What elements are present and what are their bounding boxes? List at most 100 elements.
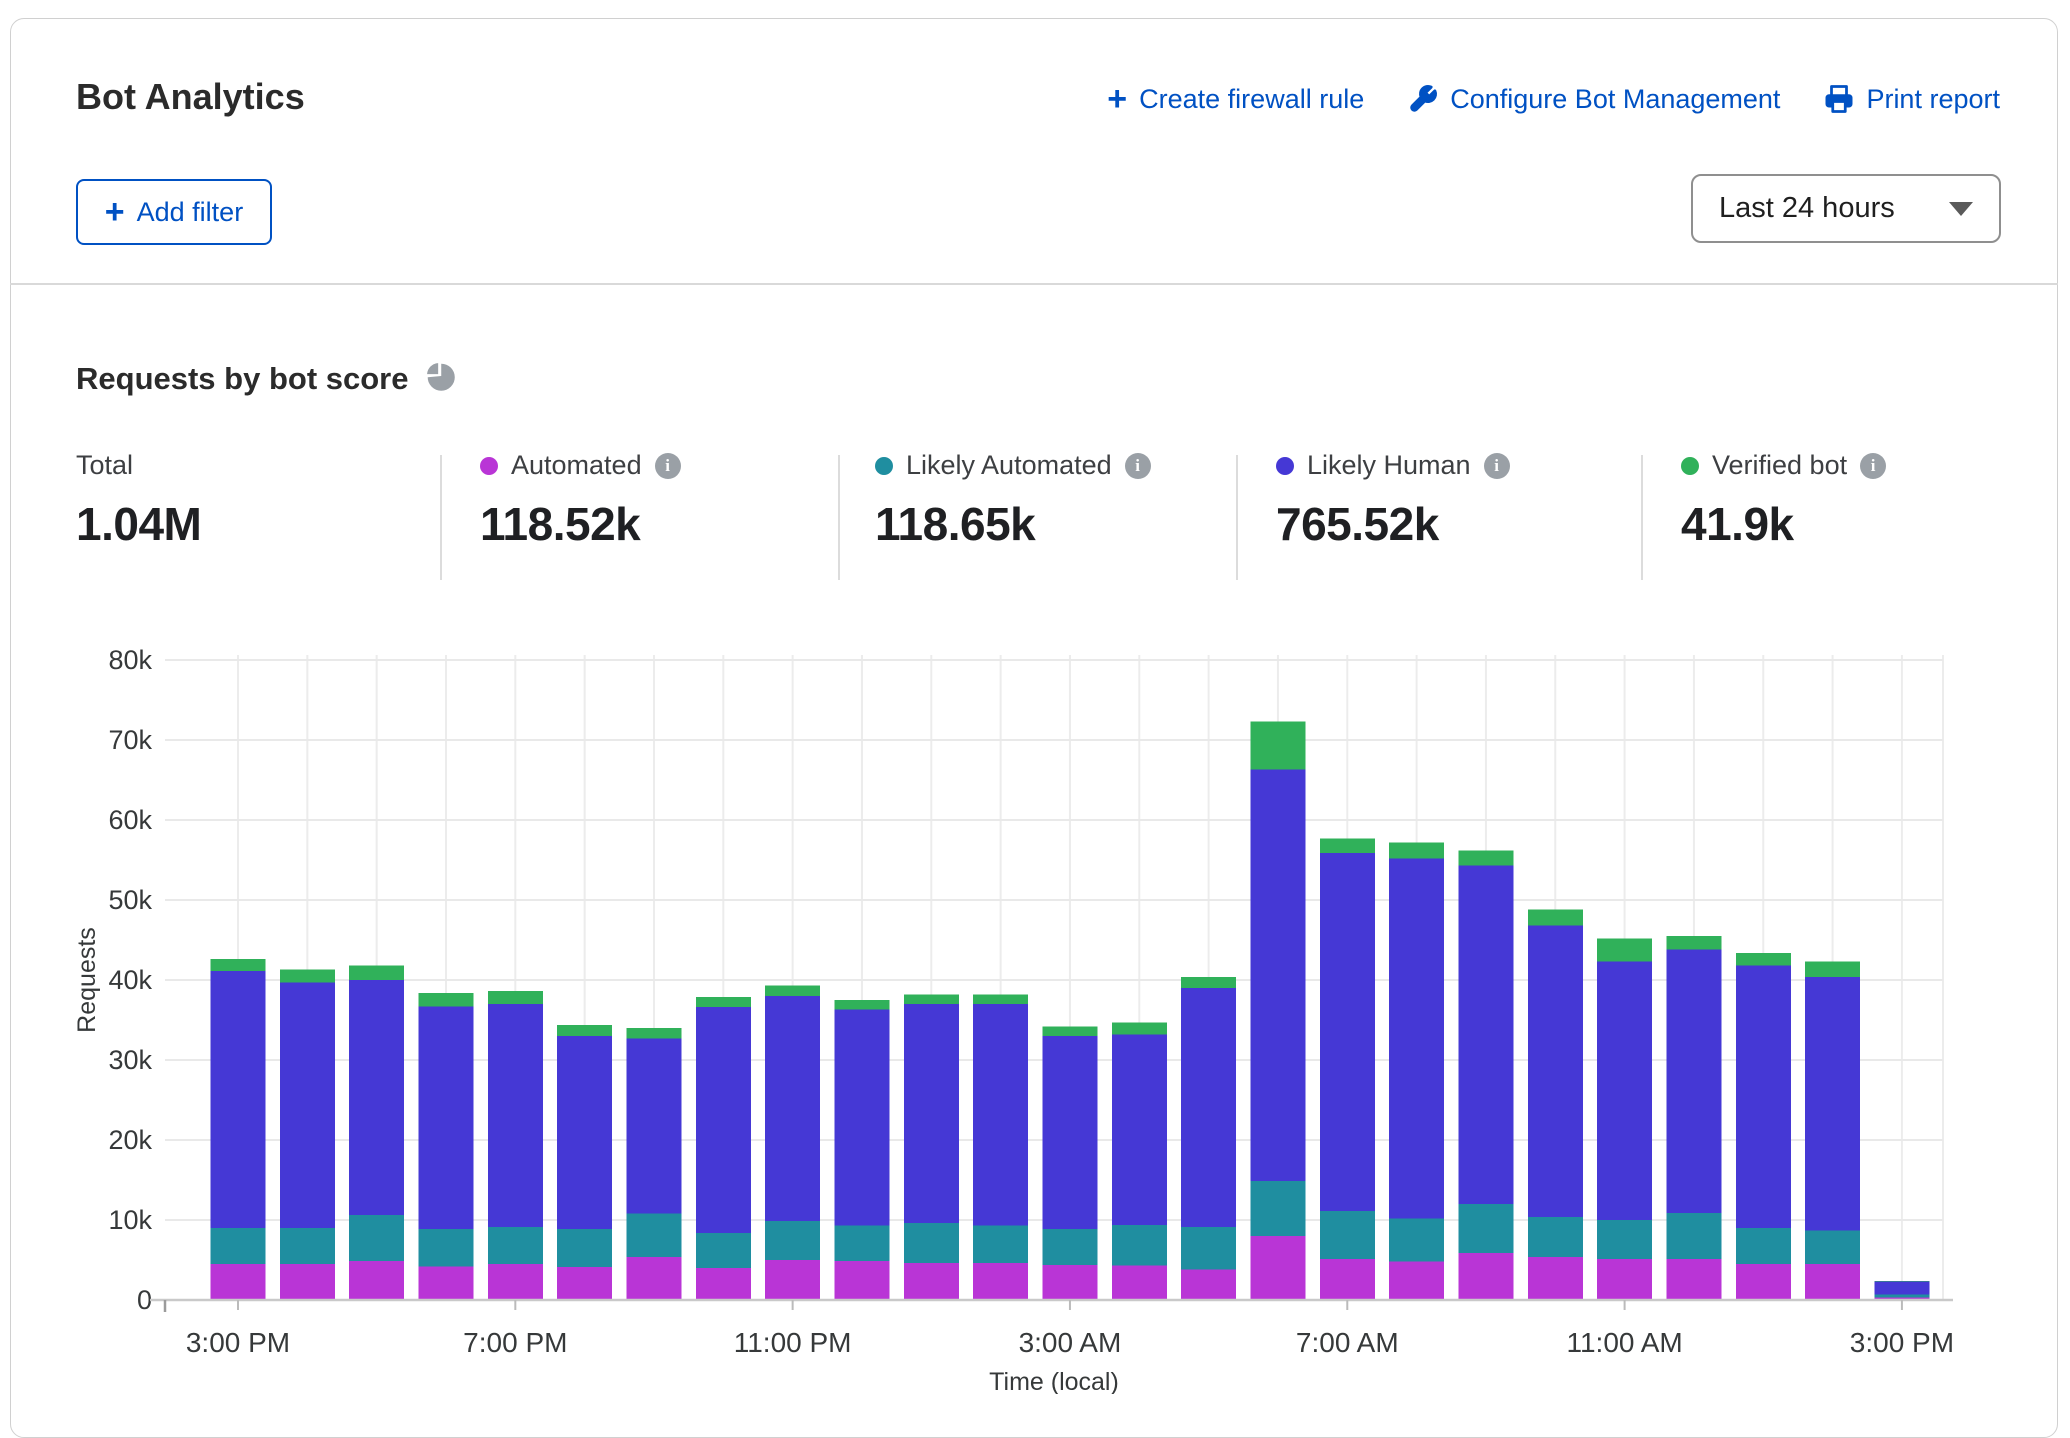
bar-segment[interactable] <box>1874 1294 1929 1297</box>
bar-segment[interactable] <box>211 1264 266 1300</box>
bar-segment[interactable] <box>1320 1259 1375 1300</box>
bar-segment[interactable] <box>1112 1022 1167 1034</box>
bar-segment[interactable] <box>1181 1227 1236 1269</box>
bar-segment[interactable] <box>1597 938 1652 961</box>
bar-segment[interactable] <box>973 1226 1028 1264</box>
bar-segment[interactable] <box>1805 962 1860 977</box>
bar-segment[interactable] <box>1042 1265 1097 1300</box>
bar-segment[interactable] <box>1528 926 1583 1217</box>
bar-segment[interactable] <box>211 1228 266 1264</box>
bar-segment[interactable] <box>1458 866 1513 1204</box>
bar-segment[interactable] <box>1250 722 1305 770</box>
bar-segment[interactable] <box>696 997 751 1007</box>
bar-segment[interactable] <box>1666 936 1721 950</box>
bar-segment[interactable] <box>1389 1262 1444 1300</box>
bar-segment[interactable] <box>904 1263 959 1300</box>
bar-segment[interactable] <box>280 982 335 1228</box>
bar-segment[interactable] <box>349 966 404 980</box>
bar-segment[interactable] <box>349 1215 404 1261</box>
bar-segment[interactable] <box>280 1264 335 1300</box>
bar-segment[interactable] <box>1874 1281 1929 1282</box>
bar-segment[interactable] <box>488 1227 543 1264</box>
bar-segment[interactable] <box>1528 910 1583 926</box>
bar-segment[interactable] <box>418 1229 473 1267</box>
bar-segment[interactable] <box>1736 1264 1791 1300</box>
bar-segment[interactable] <box>1181 988 1236 1227</box>
bar-segment[interactable] <box>834 1010 889 1226</box>
requests-by-bot-score-chart[interactable]: 010k20k30k40k50k60k70k80k3:00 PM7:00 PM1… <box>0 0 2070 1394</box>
bar-segment[interactable] <box>1458 850 1513 865</box>
bar-segment[interactable] <box>1458 1253 1513 1300</box>
bar-segment[interactable] <box>1666 1259 1721 1300</box>
bar-segment[interactable] <box>1736 1228 1791 1264</box>
bar-segment[interactable] <box>626 1038 681 1213</box>
bar-segment[interactable] <box>557 1267 612 1300</box>
bar-segment[interactable] <box>1458 1204 1513 1253</box>
bar-segment[interactable] <box>1320 853 1375 1211</box>
bar-segment[interactable] <box>1736 966 1791 1228</box>
bar-segment[interactable] <box>696 1233 751 1268</box>
bar-segment[interactable] <box>211 971 266 1228</box>
bar-segment[interactable] <box>1597 1220 1652 1259</box>
bar-segment[interactable] <box>626 1257 681 1300</box>
bar-segment[interactable] <box>1666 1213 1721 1259</box>
bar-segment[interactable] <box>488 1004 543 1227</box>
bar-segment[interactable] <box>488 991 543 1004</box>
bar-segment[interactable] <box>1250 1236 1305 1300</box>
bar-segment[interactable] <box>1042 1036 1097 1229</box>
bar-segment[interactable] <box>765 1260 820 1300</box>
bar-segment[interactable] <box>1389 1218 1444 1261</box>
bar-segment[interactable] <box>1874 1282 1929 1295</box>
bar-segment[interactable] <box>696 1268 751 1300</box>
bar-segment[interactable] <box>973 994 1028 1004</box>
bar-segment[interactable] <box>1250 1181 1305 1236</box>
bar-segment[interactable] <box>1181 977 1236 988</box>
bar-segment[interactable] <box>1181 1270 1236 1300</box>
bar-segment[interactable] <box>1597 1259 1652 1300</box>
bar-segment[interactable] <box>1389 842 1444 858</box>
bar-segment[interactable] <box>765 986 820 996</box>
bar-segment[interactable] <box>1042 1026 1097 1036</box>
bar-segment[interactable] <box>1597 962 1652 1220</box>
bar-segment[interactable] <box>488 1264 543 1300</box>
bar-segment[interactable] <box>696 1007 751 1233</box>
bar-segment[interactable] <box>765 1221 820 1260</box>
bar-segment[interactable] <box>1042 1229 1097 1265</box>
bar-segment[interactable] <box>904 994 959 1004</box>
bar-segment[interactable] <box>834 1226 889 1261</box>
bar-segment[interactable] <box>626 1214 681 1257</box>
bar-segment[interactable] <box>1805 1264 1860 1300</box>
bar-segment[interactable] <box>973 1263 1028 1300</box>
bar-segment[interactable] <box>765 996 820 1221</box>
bar-segment[interactable] <box>1528 1217 1583 1257</box>
bar-segment[interactable] <box>418 1006 473 1228</box>
bar-segment[interactable] <box>904 1004 959 1223</box>
bar-segment[interactable] <box>557 1036 612 1229</box>
bar-segment[interactable] <box>1112 1266 1167 1300</box>
bar-segment[interactable] <box>557 1229 612 1267</box>
bar-segment[interactable] <box>973 1004 1028 1226</box>
bar-segment[interactable] <box>1528 1257 1583 1300</box>
bar-segment[interactable] <box>1112 1034 1167 1224</box>
bar-segment[interactable] <box>1666 950 1721 1213</box>
bar-segment[interactable] <box>834 1261 889 1300</box>
bar-segment[interactable] <box>280 970 335 983</box>
bar-segment[interactable] <box>1805 977 1860 1231</box>
bar-segment[interactable] <box>349 980 404 1215</box>
bar-segment[interactable] <box>1112 1225 1167 1266</box>
bar-segment[interactable] <box>1389 858 1444 1218</box>
bar-segment[interactable] <box>418 1266 473 1300</box>
bar-segment[interactable] <box>1250 770 1305 1181</box>
bar-segment[interactable] <box>1805 1230 1860 1264</box>
bar-segment[interactable] <box>626 1028 681 1038</box>
bar-segment[interactable] <box>349 1261 404 1300</box>
bar-segment[interactable] <box>904 1223 959 1263</box>
bar-segment[interactable] <box>280 1228 335 1264</box>
bar-segment[interactable] <box>1320 1211 1375 1259</box>
bar-segment[interactable] <box>418 993 473 1007</box>
bar-segment[interactable] <box>1736 953 1791 966</box>
bar-segment[interactable] <box>557 1025 612 1036</box>
bar-segment[interactable] <box>1320 838 1375 852</box>
bar-segment[interactable] <box>834 1000 889 1010</box>
bar-segment[interactable] <box>211 959 266 971</box>
